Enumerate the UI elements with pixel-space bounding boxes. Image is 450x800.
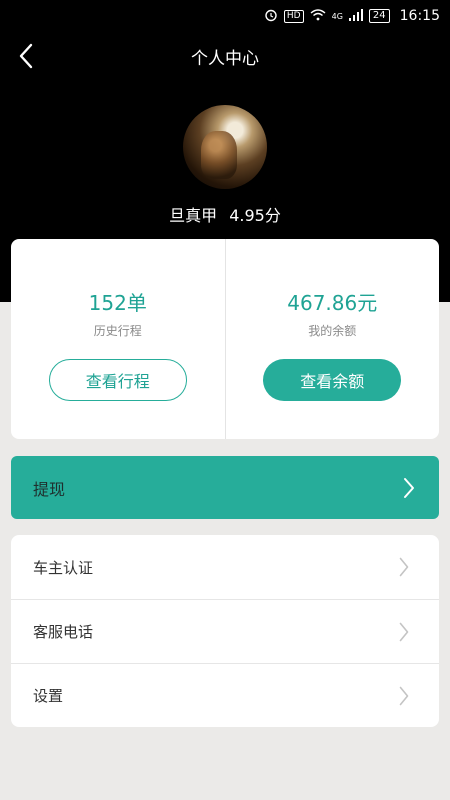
status-bar: HD 4G 24 16:15 — [0, 0, 450, 32]
battery-indicator: 24 — [368, 9, 390, 23]
balance-amount: 467.86元 — [287, 291, 378, 315]
alarm-icon — [264, 8, 278, 25]
menu-item-label: 设置 — [33, 687, 64, 705]
view-balance-button[interactable]: 查看余额 — [263, 359, 402, 401]
balance-stat: 467.86元 我的余额 查看余额 — [224, 239, 440, 439]
page-title: 个人中心 — [191, 49, 259, 69]
network-label: 4G — [331, 11, 343, 21]
chevron-right-icon — [399, 622, 409, 641]
menu-item-label: 车主认证 — [33, 558, 94, 577]
trips-label: 历史行程 — [93, 324, 142, 338]
chevron-right-icon — [404, 477, 414, 498]
clock: 16:15 — [399, 8, 440, 24]
chevron-right-icon — [399, 557, 409, 577]
menu-list: 车主认证 客服电话 设置 — [11, 535, 439, 727]
menu-item-label: 客服电话 — [33, 623, 94, 641]
balance-label: 我的余额 — [308, 324, 357, 338]
user-info: 旦真甲 4.95分 — [0, 202, 450, 226]
chevron-right-icon — [399, 686, 409, 705]
trips-count: 152单 — [88, 291, 147, 315]
avatar[interactable] — [183, 105, 267, 189]
view-trips-button[interactable]: 查看行程 — [48, 359, 187, 401]
withdraw-label: 提现 — [33, 479, 66, 499]
user-rating: 4.95分 — [229, 206, 281, 225]
user-name: 旦真甲 — [169, 206, 218, 225]
trips-stat: 152单 历史行程 查看行程 — [11, 239, 225, 439]
menu-item-owner-verification[interactable]: 车主认证 — [11, 535, 439, 599]
menu-item-customer-service[interactable]: 客服电话 — [11, 599, 439, 663]
hd-badge: HD — [283, 9, 304, 23]
menu-item-settings[interactable]: 设置 — [11, 663, 439, 727]
wifi-icon — [310, 8, 326, 24]
withdraw-button[interactable]: 提现 — [11, 456, 439, 519]
signal-icon — [348, 8, 363, 24]
stats-card: 152单 历史行程 查看行程 467.86元 我的余额 查看余额 — [11, 239, 439, 439]
